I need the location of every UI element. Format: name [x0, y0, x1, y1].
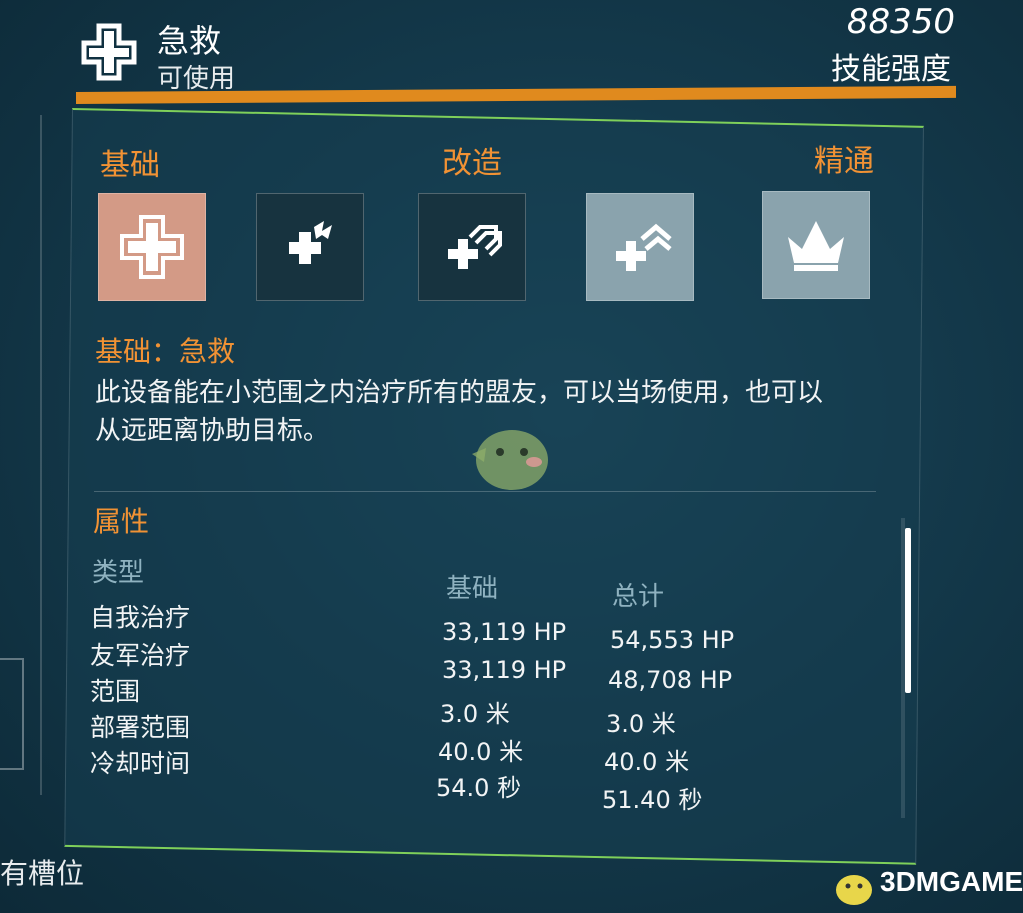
attribute-total-value: 3.0 米 — [606, 710, 676, 738]
overdose-icon — [448, 225, 502, 269]
slot-label: 有槽位 — [0, 857, 85, 890]
mod-description-text: 此设备能在小范围之内治疗所有的盟友，可以当场使用，也可以从远距离协助目标。 — [95, 378, 824, 446]
first-aid-cross-icon — [80, 22, 138, 82]
tier-mod-label: 改造 — [442, 146, 502, 181]
defibrillator-icon — [289, 221, 332, 264]
ultimate-support-icon — [616, 223, 672, 271]
first-aid-cross-icon — [120, 215, 184, 279]
watermark-mascot-icon — [462, 418, 562, 498]
attribute-row-label: 友军治疗 — [90, 641, 191, 670]
attribute-total-value: 51.40 秒 — [602, 786, 703, 814]
watermark-logo-mascot-icon — [830, 868, 878, 908]
attribute-total-value: 54,553 HP — [610, 626, 735, 654]
tier-basic-label: 基础 — [100, 148, 160, 183]
attribute-row-label: 范围 — [90, 677, 141, 706]
attribute-base-value: 3.0 米 — [440, 700, 510, 728]
attribute-total-value: 48,708 HP — [608, 666, 733, 694]
skill-power-label: 技能强度 — [831, 52, 951, 87]
left-slot-frame — [0, 658, 24, 770]
mod-description-title: 基础：急救 — [95, 335, 236, 368]
attribute-row-label: 部署范围 — [90, 713, 191, 742]
skill-power-value: 88350 — [846, 2, 955, 42]
skill-status: 可使用 — [157, 64, 236, 94]
crown-icon — [788, 221, 844, 271]
total-column-header: 总计 — [612, 582, 665, 612]
watermark-logo-text: 3DMGAME — [880, 866, 1023, 897]
attribute-total-value: 40.0 米 — [604, 748, 690, 776]
attribute-base-value: 33,119 HP — [442, 618, 567, 646]
mod-tile-mastery[interactable] — [762, 191, 870, 299]
tier-mastery-label: 精通 — [814, 144, 874, 179]
mod-tile-defibrillator[interactable] — [256, 193, 364, 301]
attribute-base-value: 40.0 米 — [438, 738, 524, 766]
attribute-base-value: 33,119 HP — [442, 656, 567, 684]
attribute-row-label: 自我治疗 — [90, 603, 191, 632]
attribute-row-label: 冷却时间 — [90, 749, 191, 778]
section-divider — [94, 491, 876, 492]
mod-tile-ultimate-support[interactable] — [586, 193, 694, 301]
scrollbar-thumb[interactable] — [905, 528, 911, 693]
base-column-header: 基础 — [446, 574, 499, 604]
attribute-base-value: 54.0 秒 — [436, 774, 522, 802]
mod-tile-basic[interactable] — [98, 193, 206, 301]
mod-tile-overdose[interactable] — [418, 193, 526, 301]
skill-name: 急救 — [157, 22, 222, 60]
type-column-header: 类型 — [92, 558, 145, 588]
attributes-title: 属性 — [93, 505, 150, 538]
